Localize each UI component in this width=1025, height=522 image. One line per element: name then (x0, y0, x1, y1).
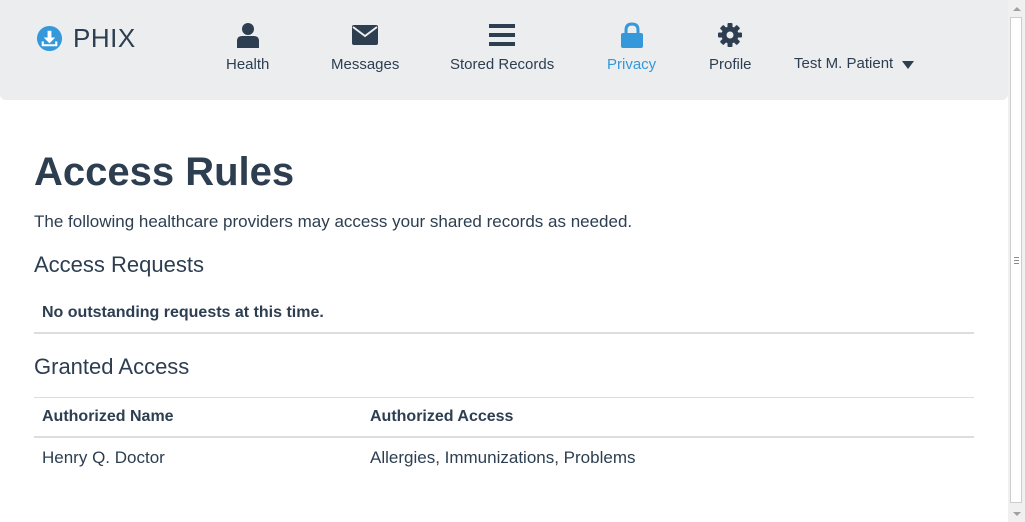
nav-item-profile[interactable]: Profile (709, 20, 752, 80)
scroll-thumb[interactable] (1010, 17, 1022, 503)
granted-access-table: Authorized Name Authorized Access Henry … (34, 397, 974, 478)
nav-item-privacy[interactable]: Privacy (607, 20, 656, 80)
brand-link[interactable]: PHIX (36, 23, 136, 54)
nav-item-health[interactable]: Health (226, 20, 269, 80)
page-title: Access Rules (34, 150, 295, 194)
page: PHIX Health Messages Stored Records Priv… (0, 0, 1008, 522)
column-header-authorized-name: Authorized Name (34, 397, 362, 438)
caret-down-icon (902, 60, 915, 69)
page-intro: The following healthcare providers may a… (34, 212, 633, 231)
nav-label-privacy: Privacy (607, 56, 657, 73)
brand-name: PHIX (73, 23, 136, 53)
user-icon (236, 20, 260, 50)
access-requests-heading: Access Requests (34, 252, 204, 277)
lock-icon (620, 20, 643, 50)
scroll-up-button[interactable] (1008, 0, 1025, 17)
main-content: Access Rules The following healthcare pr… (34, 148, 974, 478)
nav-item-stored-records[interactable]: Stored Records (450, 20, 554, 80)
table-row: Henry Q. Doctor Allergies, Immunizations… (34, 437, 974, 478)
arrow-down-icon (1012, 511, 1021, 516)
nav-label-messages: Messages (331, 56, 400, 73)
download-circle-icon (36, 25, 63, 52)
nav-label-stored-records: Stored Records (450, 56, 555, 73)
granted-access-heading: Granted Access (34, 354, 190, 379)
envelope-icon (352, 20, 379, 50)
grip-icon (1013, 256, 1019, 264)
no-requests-message: No outstanding requests at this time. (34, 296, 974, 334)
authorized-access-cell: Allergies, Immunizations, Problems (370, 448, 636, 467)
nav-label-profile: Profile (709, 56, 752, 73)
scroll-down-button[interactable] (1008, 505, 1025, 522)
list-icon (489, 20, 516, 50)
navbar: PHIX Health Messages Stored Records Priv… (0, 0, 1008, 100)
column-header-authorized-access: Authorized Access (362, 397, 974, 438)
nav-label-health: Health (226, 56, 270, 73)
nav-item-messages[interactable]: Messages (331, 20, 399, 80)
vertical-scrollbar[interactable] (1008, 0, 1025, 522)
user-name: Test M. Patient (794, 55, 894, 72)
gear-icon (718, 20, 743, 50)
arrow-up-icon (1012, 6, 1021, 11)
authorized-name-cell: Henry Q. Doctor (42, 448, 165, 467)
user-menu-dropdown[interactable]: Test M. Patient (794, 55, 915, 72)
table-header-row: Authorized Name Authorized Access (34, 397, 974, 438)
